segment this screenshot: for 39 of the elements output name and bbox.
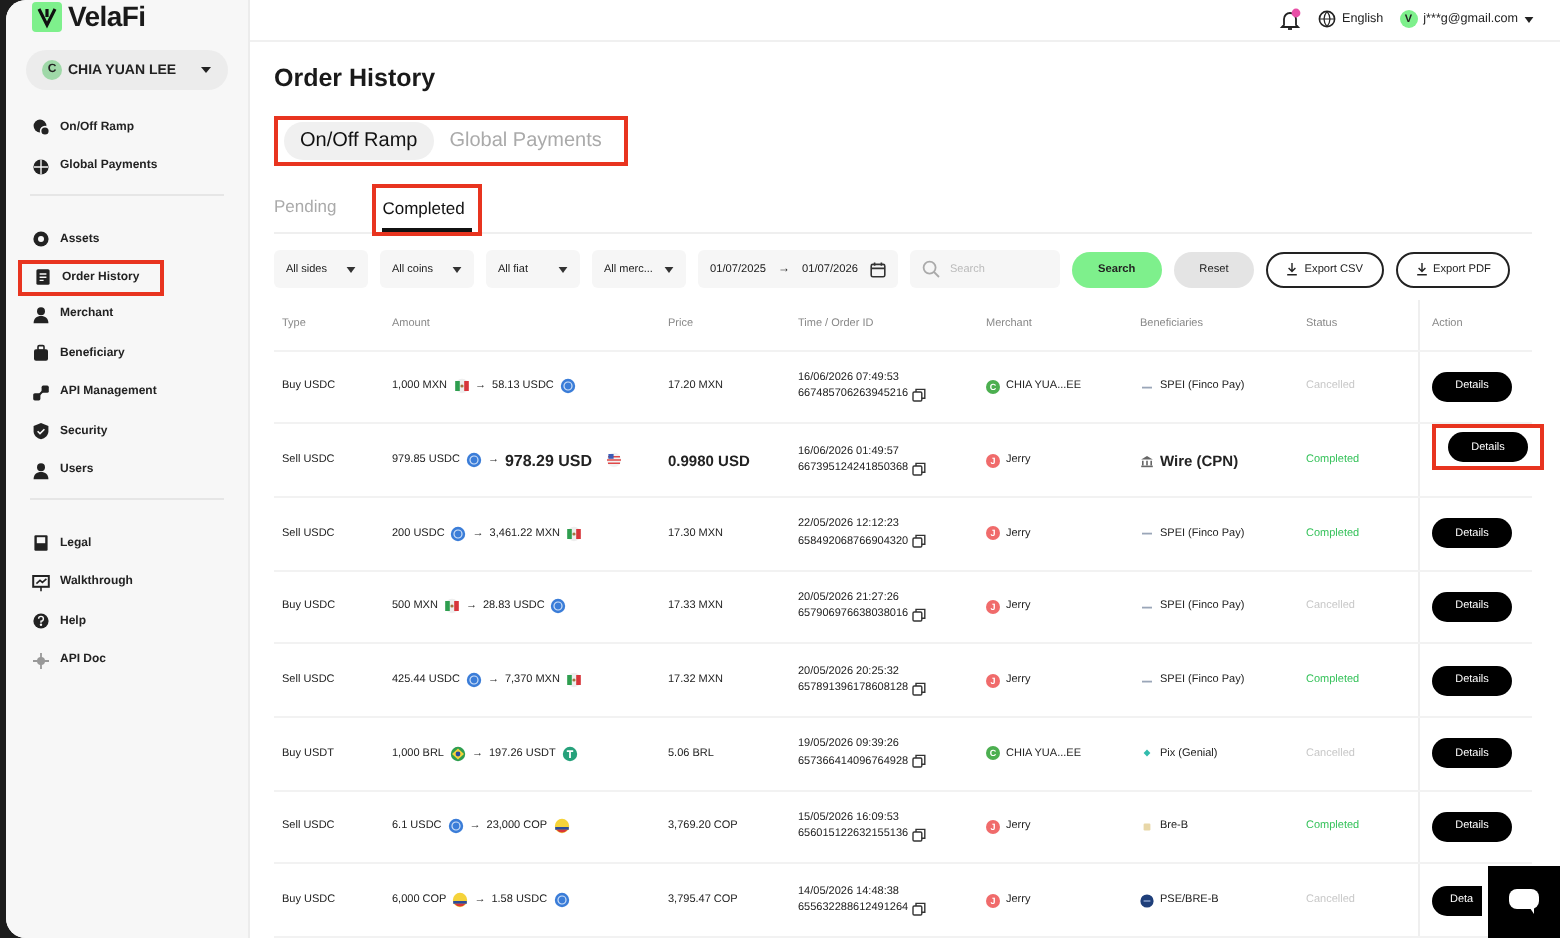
amount-text: 978.29 USD [504, 451, 593, 470]
person-icon [32, 461, 50, 480]
caret-icon [346, 265, 356, 273]
briefcase-icon [32, 344, 50, 363]
download-icon [1286, 262, 1299, 276]
copy-icon[interactable] [912, 387, 927, 402]
copy-icon[interactable] [912, 607, 927, 622]
brand-name: VelaFi [68, 2, 146, 32]
book-icon [32, 534, 50, 553]
coins-icon [32, 118, 50, 137]
copy-icon[interactable] [912, 534, 927, 549]
link-icon [32, 383, 50, 402]
caret-icon [558, 265, 568, 273]
tab[interactable]: Completed [382, 187, 473, 231]
presentation-icon [32, 573, 50, 592]
search-icon [922, 260, 940, 278]
globe-icon [32, 157, 50, 176]
copy-icon[interactable] [912, 827, 927, 842]
copy-icon[interactable] [912, 461, 927, 476]
calendar-icon [870, 261, 886, 277]
chat-button[interactable] [1488, 866, 1560, 938]
help-icon [32, 612, 50, 631]
chat-bubble-icon [1508, 888, 1540, 916]
caret-icon [200, 66, 212, 74]
caret-icon [452, 265, 462, 273]
globe-icon [1318, 10, 1336, 29]
logo-icon [32, 2, 62, 32]
person-icon [32, 305, 50, 324]
copy-icon[interactable] [912, 901, 927, 916]
page-title: Order History [274, 63, 438, 91]
bell-icon[interactable] [1278, 7, 1302, 32]
tab[interactable]: On/Off Ramp [284, 121, 434, 159]
copy-icon[interactable] [912, 681, 927, 696]
shield-icon [32, 422, 50, 441]
copy-icon[interactable] [912, 754, 927, 769]
download-icon [1415, 262, 1428, 276]
document-icon [34, 268, 52, 286]
caret-icon [1524, 15, 1534, 24]
caret-icon [664, 265, 674, 273]
